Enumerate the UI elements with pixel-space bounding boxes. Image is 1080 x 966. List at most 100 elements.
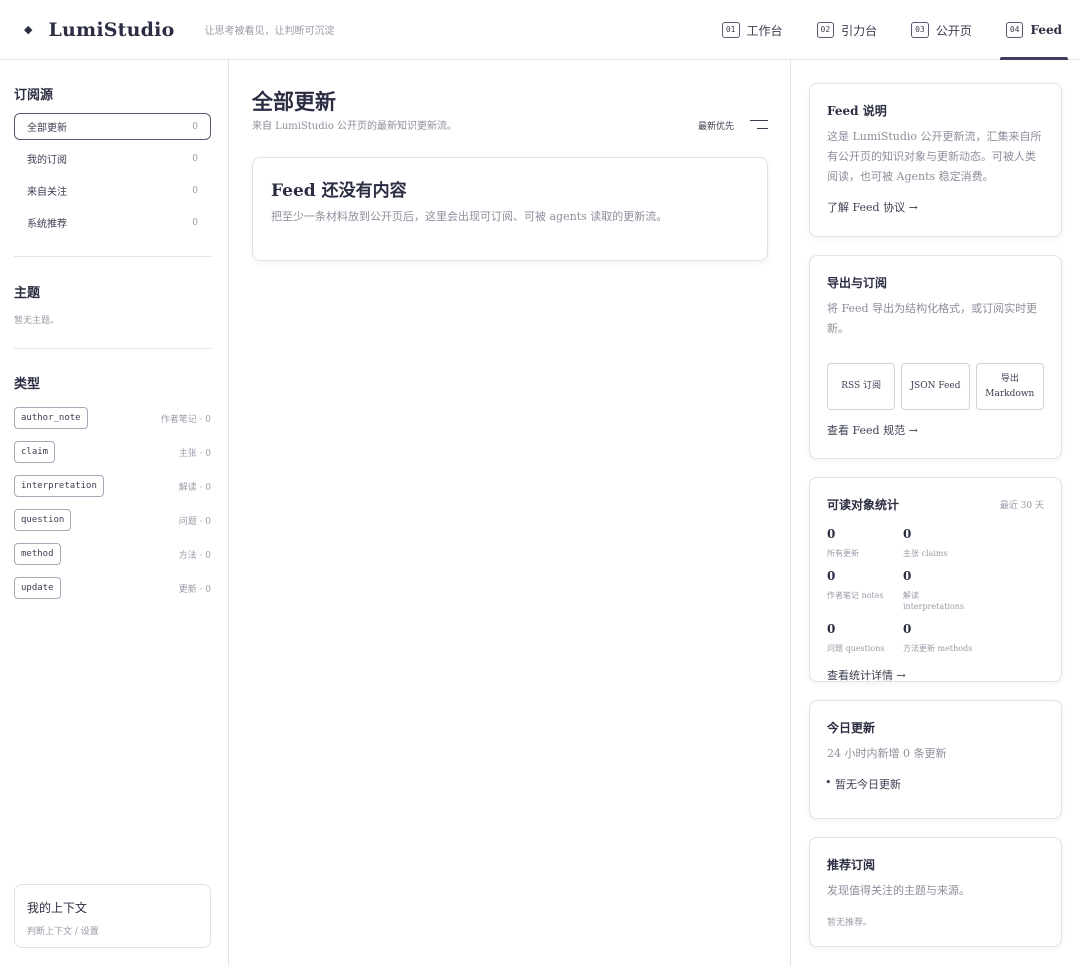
sort-label: 最新优先	[697, 121, 734, 132]
type-meta: 更新 · 0	[178, 584, 211, 595]
export-buttons: RSS 订阅 JSON Feed 导出 Markdown	[827, 363, 1044, 410]
feed-about-card: Feed 说明 这是 LumiStudio 公开更新流，汇集来自所有公开页的知识…	[809, 83, 1062, 237]
export-markdown-button[interactable]: 导出 Markdown	[975, 363, 1044, 410]
nav-gravity[interactable]: 02 引力台	[816, 0, 877, 60]
type-meta: 方法 · 0	[178, 550, 211, 561]
context-title: 我的上下文	[27, 901, 88, 915]
top-header: ◆ LumiStudio 让思考被看见，让判断可沉淀 01 工作台 02 引力台…	[0, 0, 1080, 60]
export-subscribe-card: 导出与订阅 将 Feed 导出为结构化格式，或订阅实时更新。 RSS 订阅 JS…	[809, 255, 1062, 459]
main-feed: 全部更新 来自 LumiStudio 公开页的最新知识更新流。 最新优先 Fee…	[229, 60, 791, 966]
type-chip-update[interactable]: update	[14, 577, 61, 599]
stat-value: 0	[903, 622, 912, 636]
source-count: 0	[192, 217, 198, 228]
sources-heading: 订阅源	[14, 88, 54, 103]
source-label: 全部更新	[27, 123, 67, 134]
nav-number-badge: 04	[1005, 22, 1024, 38]
sort-control[interactable]: 最新优先	[698, 118, 768, 132]
nav-number-badge: 02	[816, 22, 835, 38]
nav-label: 公开页	[935, 23, 972, 38]
type-chip-method[interactable]: method	[14, 543, 61, 565]
stats-grid: 0 所有更新 0 主张 claims 0 作者笔记 notes 0 解读 int…	[827, 527, 1044, 664]
brand-tagline: 让思考被看见，让判断可沉淀	[204, 26, 335, 37]
type-chip-author-note[interactable]: author_note	[14, 407, 88, 429]
source-item-following[interactable]: 来自关注 0	[14, 177, 211, 204]
nav-workbench[interactable]: 01 工作台	[721, 0, 783, 60]
stat-value: 0	[827, 622, 836, 636]
list-item: 暂无今日更新	[825, 776, 1044, 792]
source-count: 0	[192, 121, 198, 132]
type-chip-claim[interactable]: claim	[14, 441, 56, 463]
card-text: 24 小时内新增 0 条更新	[827, 747, 947, 760]
my-context-card[interactable]: 我的上下文 判断上下文 / 设置	[14, 884, 211, 948]
feed-protocol-link[interactable]: 了解 Feed 协议 →	[827, 199, 918, 215]
rss-subscribe-button[interactable]: RSS 订阅	[827, 363, 896, 410]
topics-section: 主题 暂无主题。	[14, 282, 211, 326]
type-chip-question[interactable]: question	[14, 509, 72, 531]
stat-label: 作者笔记 notes	[827, 591, 884, 600]
type-meta: 问题 · 0	[178, 516, 211, 527]
stats-detail-link[interactable]: 查看统计详情 →	[827, 667, 906, 683]
feed-empty-state: Feed 还没有内容 把至少一条材料放到公开页后，这里会出现可订阅、可被 age…	[252, 157, 768, 261]
source-item-mine[interactable]: 我的订阅 0	[14, 145, 211, 172]
stats-header: 可读对象统计 最近 30 天	[827, 496, 1044, 513]
type-row: question 问题 · 0	[14, 508, 211, 532]
stat-label: 方法更新 methods	[903, 644, 973, 653]
nav-number-badge: 03	[911, 22, 929, 38]
stat-label: 所有更新	[827, 549, 859, 558]
feed-spec-link[interactable]: 查看 Feed 规范 →	[827, 422, 918, 438]
recommend-card: 推荐订阅 发现值得关注的主题与来源。 暂无推荐。	[809, 837, 1062, 947]
stat-item: 0 解读 interpretations	[903, 569, 979, 612]
sidebar-divider	[14, 256, 211, 257]
topics-empty-text: 暂无主题。	[14, 316, 60, 326]
brand-diamond-icon: ◆	[24, 23, 33, 36]
type-row: claim 主张 · 0	[14, 440, 211, 464]
left-sidebar: 订阅源 全部更新 0 我的订阅 0 来自关注 0 系统推荐 0 主题 暂无主题。…	[0, 60, 229, 966]
empty-state-title: Feed 还没有内容	[271, 181, 407, 201]
source-label: 来自关注	[27, 187, 67, 198]
types-heading: 类型	[14, 377, 41, 392]
card-title: 可读对象统计	[827, 498, 900, 512]
card-text: 将 Feed 导出为结构化格式，或订阅实时更新。	[827, 302, 1038, 335]
brand-name[interactable]: LumiStudio	[48, 19, 174, 41]
sort-lines-icon	[750, 118, 768, 132]
source-item-recommended[interactable]: 系统推荐 0	[14, 209, 211, 236]
page-subtitle: 来自 LumiStudio 公开页的最新知识更新流。	[252, 121, 458, 132]
sources-section: 订阅源 全部更新 0 我的订阅 0 来自关注 0 系统推荐 0	[14, 84, 211, 241]
type-row: update 更新 · 0	[14, 576, 211, 600]
stat-value: 0	[903, 527, 912, 541]
nav-label: 工作台	[746, 23, 783, 38]
stat-item: 0 主张 claims	[903, 527, 979, 559]
types-section: 类型 author_note 作者笔记 · 0 claim 主张 · 0 int…	[14, 373, 211, 610]
type-chip-interpretation[interactable]: interpretation	[14, 475, 104, 497]
stat-value: 0	[827, 527, 836, 541]
nav-public-page[interactable]: 03 公开页	[911, 0, 972, 60]
card-title: 导出与订阅	[827, 276, 888, 290]
right-panel: Feed 说明 这是 LumiStudio 公开更新流，汇集来自所有公开页的知识…	[791, 60, 1080, 966]
card-title: 今日更新	[827, 721, 876, 735]
sidebar-divider	[14, 348, 211, 349]
stat-label: 主张 claims	[903, 549, 948, 558]
source-label: 系统推荐	[27, 219, 67, 230]
stats-range: 最近 30 天	[999, 501, 1044, 511]
type-meta: 作者笔记 · 0	[160, 414, 211, 425]
brand[interactable]: ◆ LumiStudio 让思考被看见，让判断可沉淀	[24, 19, 334, 41]
source-label: 我的订阅	[27, 155, 67, 166]
today-list: 暂无今日更新	[825, 776, 1044, 792]
card-title: Feed 说明	[827, 104, 887, 118]
stat-item: 0 作者笔记 notes	[827, 569, 903, 612]
card-text: 发现值得关注的主题与来源。	[827, 884, 970, 897]
nav-feed[interactable]: 04 Feed	[999, 0, 1069, 60]
stat-value: 0	[903, 569, 912, 583]
empty-state-text: 把至少一条材料放到公开页后，这里会出现可订阅、可被 agents 读取的更新流。	[271, 210, 668, 223]
type-meta: 主张 · 0	[178, 448, 211, 459]
json-feed-button[interactable]: JSON Feed	[901, 363, 970, 410]
page-title: 全部更新	[252, 89, 336, 114]
main-nav: 01 工作台 02 引力台 03 公开页 04 Feed	[688, 0, 1069, 60]
source-item-all[interactable]: 全部更新 0	[14, 113, 211, 140]
type-row: author_note 作者笔记 · 0	[14, 406, 211, 430]
stat-item: 0 所有更新	[827, 527, 903, 559]
context-subtitle: 判断上下文 / 设置	[27, 927, 99, 937]
stats-card: 可读对象统计 最近 30 天 0 所有更新 0 主张 claims 0 作者笔记…	[809, 477, 1062, 682]
card-text: 这是 LumiStudio 公开更新流，汇集来自所有公开页的知识对象与更新动态。…	[827, 130, 1042, 183]
topics-heading: 主题	[14, 286, 41, 301]
